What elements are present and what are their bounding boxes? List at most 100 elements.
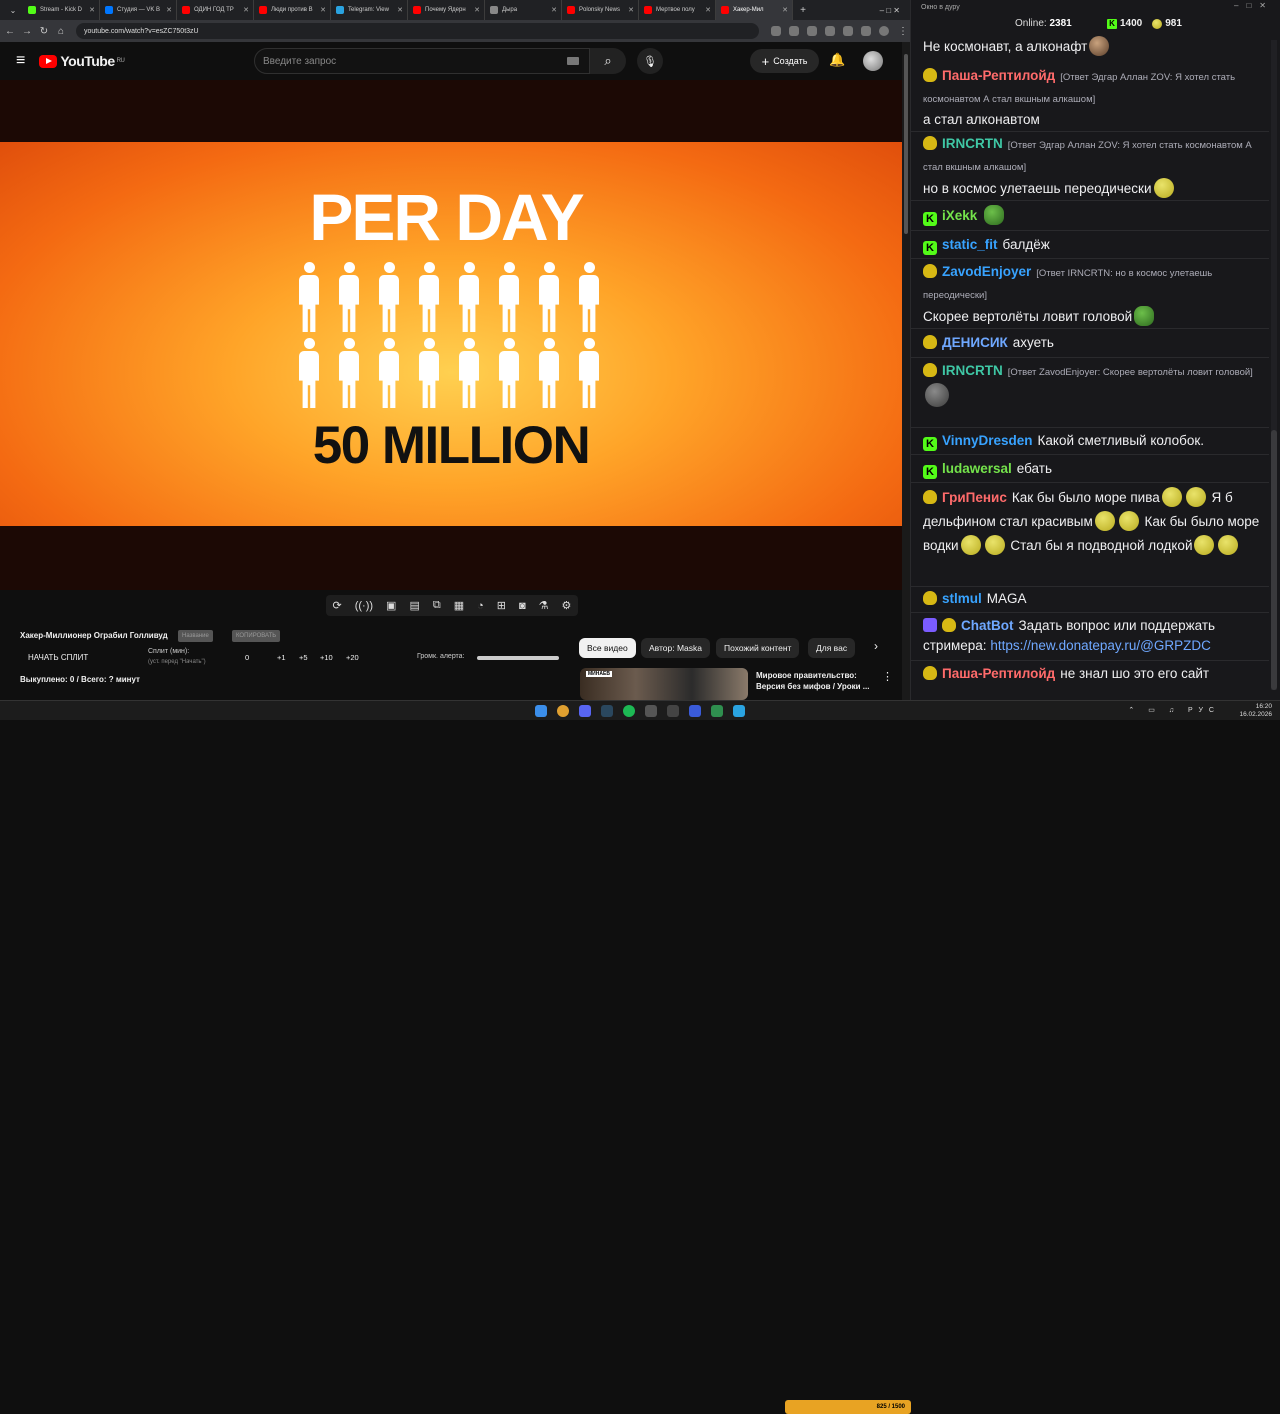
browser-tab[interactable]: Polonsky News ✕ [562, 0, 639, 20]
profile-icon[interactable] [879, 26, 889, 36]
scrollbar-thumb[interactable] [904, 54, 908, 234]
browser-tab[interactable]: Дыра ✕ [485, 0, 562, 20]
notifications-bell-icon[interactable]: 🔔 [829, 52, 845, 68]
chip-related[interactable]: Похожий контент [716, 638, 800, 658]
chrome-icon[interactable] [557, 705, 569, 717]
tab-close-icon[interactable]: ✕ [243, 6, 249, 14]
tab-close-icon[interactable]: ✕ [166, 6, 172, 14]
title-pill[interactable]: Название [178, 630, 213, 642]
extension-icon[interactable] [807, 26, 817, 36]
settings-gear-icon[interactable]: ⚙ [562, 599, 572, 612]
browser-tab[interactable]: Люди против В ✕ [254, 0, 331, 20]
chevron-right-icon[interactable]: › [874, 639, 878, 653]
spotify-icon[interactable] [623, 705, 635, 717]
back-icon[interactable]: ← [3, 26, 17, 37]
add-10-button[interactable]: +10 [320, 653, 333, 662]
tab-close-icon[interactable]: ✕ [89, 6, 95, 14]
add-20-button[interactable]: +20 [346, 653, 359, 662]
tab-close-icon[interactable]: ✕ [474, 6, 480, 14]
browser-tab[interactable]: Почему Ядерн ✕ [408, 0, 485, 20]
copy-button[interactable]: КОПИРОВАТЬ [232, 630, 281, 642]
app-icon[interactable] [689, 705, 701, 717]
username[interactable]: static_fit [942, 237, 998, 252]
username[interactable]: IRNCRTN [942, 136, 1003, 151]
browser-tab[interactable]: Telegram: View ✕ [331, 0, 408, 20]
home-icon[interactable]: ⌂ [54, 26, 68, 37]
youtube-logo[interactable]: YouTube RU [39, 53, 125, 69]
add-5-button[interactable]: +5 [299, 653, 308, 662]
browser-tab[interactable]: Мертвое полу ✕ [639, 0, 716, 20]
username[interactable]: iXekk [942, 208, 977, 223]
steam-icon[interactable] [601, 705, 613, 717]
search-input[interactable]: Введите запрос [254, 48, 590, 74]
recommendation-title[interactable]: Мировое правительство: Версия без мифов … [756, 670, 876, 692]
user-avatar[interactable] [863, 51, 883, 71]
chat-scrollbar[interactable] [1271, 40, 1277, 690]
alert-volume-slider[interactable] [477, 656, 559, 660]
clapper-icon[interactable]: ▤ [409, 599, 419, 612]
tab-close-icon[interactable]: ✕ [782, 6, 788, 14]
app-icon[interactable] [711, 705, 723, 717]
speed-icon[interactable]: ◔ [477, 600, 484, 612]
more-options-icon[interactable]: ⋮ [882, 670, 893, 683]
username[interactable]: ludawersal [942, 461, 1012, 476]
chat-scrollbar-thumb[interactable] [1271, 430, 1277, 690]
recommendation-thumbnail[interactable]: МИНАЕВ [580, 668, 748, 700]
donate-link[interactable]: https://new.donatepay.ru/@GRPZDC [990, 638, 1211, 653]
telegram-icon[interactable] [733, 705, 745, 717]
browser-tab[interactable]: Студия — VK В ✕ [100, 0, 177, 20]
audio-icon[interactable]: ((·)) [355, 600, 373, 612]
new-tab-button[interactable]: + [796, 5, 810, 16]
add-1-button[interactable]: +1 [277, 653, 286, 662]
start-windows-icon[interactable] [535, 705, 547, 717]
screenshot-icon[interactable]: ◙ [519, 600, 526, 612]
bookmark-star-icon[interactable] [789, 26, 799, 36]
chip-all-videos[interactable]: Все видео [579, 638, 636, 658]
tab-close-icon[interactable]: ✕ [705, 6, 711, 14]
flask-icon[interactable]: ⚗ [539, 599, 549, 612]
window-controls[interactable]: –□✕ [1234, 1, 1274, 10]
page-scrollbar[interactable] [902, 42, 910, 700]
donation-goal-widget[interactable]: 825 / 1500 [785, 1400, 911, 1414]
tab-list-button[interactable]: ⌄ [3, 6, 23, 15]
username[interactable]: stlmul [942, 591, 982, 606]
clock[interactable]: 16:20 16.02.2026 [1239, 703, 1272, 719]
start-split-button[interactable]: НАЧАТЬ СПЛИТ [28, 653, 88, 662]
obs-icon[interactable] [645, 705, 657, 717]
hamburger-menu-icon[interactable]: ≡ [16, 52, 25, 70]
username[interactable]: Паша-Рептилойд [942, 666, 1055, 681]
chip-author[interactable]: Автор: Maska [641, 638, 711, 658]
video-player[interactable]: PER DAY 50 MILLION [0, 80, 902, 590]
username[interactable]: Паша-Рептилойд [942, 68, 1055, 83]
chip-for-you[interactable]: Для вас [808, 638, 856, 658]
cinema-icon[interactable]: ▦ [454, 599, 464, 612]
discord-icon[interactable] [579, 705, 591, 717]
ambient-icon[interactable]: ▣ [386, 599, 396, 612]
zoom-icon[interactable] [771, 26, 781, 36]
downloads-icon[interactable] [861, 26, 871, 36]
browser-tab[interactable]: Хакер-Мил ✕ [716, 0, 793, 20]
forward-icon[interactable]: → [20, 26, 34, 37]
tab-close-icon[interactable]: ✕ [628, 6, 634, 14]
username[interactable]: ChatBot [961, 618, 1014, 633]
username[interactable]: IRNCRTN [942, 363, 1003, 378]
username[interactable]: ZavodEnjoyer [942, 264, 1031, 279]
browser-tab[interactable]: Stream - Kick D ✕ [23, 0, 100, 20]
pip-icon[interactable]: ⧉ [433, 599, 441, 612]
search-button[interactable]: ⌕ [590, 48, 626, 74]
app-icon[interactable] [667, 705, 679, 717]
extension-icon[interactable] [825, 26, 835, 36]
loop-icon[interactable]: ⟳ [333, 599, 342, 612]
menu-icon[interactable]: ⋮ [896, 26, 910, 37]
tab-close-icon[interactable]: ✕ [397, 6, 403, 14]
keyboard-icon[interactable] [567, 57, 579, 65]
system-tray[interactable]: ⌃ ▭ ♫ РУС [1128, 706, 1220, 714]
tab-close-icon[interactable]: ✕ [551, 6, 557, 14]
add-icon[interactable]: ⊞ [497, 599, 506, 612]
username[interactable]: ГриПенис [942, 490, 1007, 505]
tab-close-icon[interactable]: ✕ [320, 6, 326, 14]
browser-window-controls[interactable]: – □ ✕ [880, 6, 900, 15]
username[interactable]: ДЕНИСИК [942, 335, 1008, 350]
create-button[interactable]: + Создать [750, 49, 819, 73]
reload-icon[interactable]: ↻ [37, 26, 51, 37]
